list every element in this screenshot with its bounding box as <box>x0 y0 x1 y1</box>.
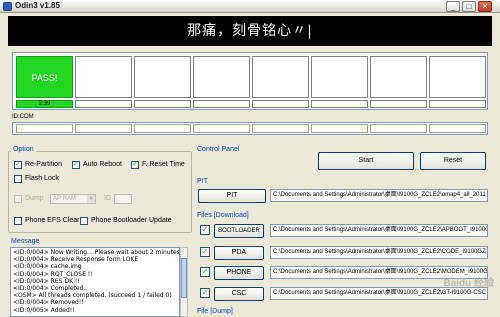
re-partition-label: Re-Partition <box>25 161 62 168</box>
slot-6-time <box>311 100 368 108</box>
idcom-label: ID:COM <box>12 114 34 120</box>
message-line: <ID:0/004> Completed.. <box>13 285 88 293</box>
message-line: <ID:0/004> cache.img <box>13 263 82 271</box>
dump-checkbox[interactable] <box>14 195 22 203</box>
message-log: <ID:0/004> Now Writing... Please wait ab… <box>10 247 180 317</box>
window-title: Odin3 v1.85 <box>15 1 60 10</box>
watermark: Baidu 经验 <box>443 278 494 289</box>
phone-bootloader-update-label: Phone Bootloader Update <box>91 217 172 224</box>
idcom-cell <box>134 124 191 133</box>
minimize-button[interactable]: _ <box>446 1 460 12</box>
maximize-button[interactable]: □ <box>462 1 476 12</box>
slot-3-status <box>134 56 191 98</box>
idcom-cell <box>429 124 486 133</box>
f-reset-time-label: F. Reset Time <box>142 161 185 168</box>
slot-7-status <box>370 56 427 98</box>
file-dump-title: File [Dump] <box>197 308 233 315</box>
slot-3-time <box>134 100 191 108</box>
slot-5-status <box>252 56 309 98</box>
slot-4-status <box>193 56 250 98</box>
re-partition-checkbox[interactable]: ✓ <box>14 161 22 169</box>
bootloader-button[interactable]: BOOTLOADER <box>214 224 264 238</box>
message-line: <ID:0/004> Now Writing... Please wait ab… <box>13 249 180 256</box>
pda-path[interactable]: C:\Documents and Settings\Administrator\… <box>270 246 488 259</box>
dump-select-value: AP RAM <box>53 196 76 202</box>
message-line: <OSM> All threads completed. (succeed 1 … <box>13 292 172 300</box>
phone-button[interactable]: PHONE <box>214 266 264 280</box>
slot-2-status <box>75 56 132 98</box>
message-line: <ID:0/004> Removed!! <box>13 299 84 307</box>
idcom-cell <box>193 124 250 133</box>
id-input[interactable] <box>114 194 132 204</box>
pda-checkbox[interactable]: ✓ <box>200 247 210 257</box>
bootloader-path[interactable]: C:\Documents and Settings\Administrator\… <box>270 224 488 237</box>
phone-efs-clear-checkbox[interactable] <box>14 217 22 225</box>
idcom-cell <box>75 124 132 133</box>
banner: 那痛，刻骨铭心〃| <box>8 16 492 46</box>
chevron-down-icon: ▼ <box>87 195 95 203</box>
phone-checkbox[interactable]: ✓ <box>200 267 210 277</box>
slot-1-time: 2:39 <box>16 100 73 108</box>
flash-lock-checkbox[interactable] <box>14 175 22 183</box>
auto-reboot-checkbox[interactable]: ✓ <box>72 161 80 169</box>
idcom-cell <box>311 124 368 133</box>
id-label: ID <box>104 195 111 202</box>
files-download-title: Files [Download] <box>197 212 249 219</box>
app-icon <box>3 2 12 11</box>
f-reset-time-checkbox[interactable]: ✓ <box>131 161 139 169</box>
idcom-cell <box>252 124 309 133</box>
csc-checkbox[interactable]: ✓ <box>200 288 210 298</box>
message-scrollbar[interactable] <box>180 247 188 317</box>
pit-title: PIT <box>197 178 208 185</box>
idcom-cell <box>16 124 73 133</box>
dump-label: Dump <box>25 195 44 202</box>
csc-button[interactable]: CSC <box>214 287 264 301</box>
reset-button[interactable]: Reset <box>420 152 486 170</box>
auto-reboot-label: Auto Reboot <box>83 161 122 168</box>
slot-4-time <box>193 100 250 108</box>
control-panel-title: Control Panel <box>197 146 240 153</box>
idcom-row <box>12 122 488 135</box>
message-line: <ID:0/004> Receive Response form LOKE <box>13 256 139 264</box>
message-line: <ID:0/005> Added!! <box>13 306 75 314</box>
pda-button[interactable]: PDA <box>214 246 264 260</box>
start-button[interactable]: Start <box>318 152 414 170</box>
dump-select[interactable]: AP RAM ▼ <box>50 194 96 204</box>
close-button[interactable]: ✕ <box>478 1 492 12</box>
slot-2-time <box>75 100 132 108</box>
title-bar: Odin3 v1.85 _ □ ✕ <box>0 0 500 13</box>
message-title: Message <box>11 238 40 245</box>
flash-lock-label: Flash Lock <box>25 175 59 182</box>
slot-6-status <box>311 56 368 98</box>
slot-5-time <box>252 100 309 108</box>
option-group-title: Option <box>11 146 36 153</box>
slot-1-status: PASS! <box>16 56 73 98</box>
phone-efs-clear-label: Phone EFS Clear <box>25 217 80 224</box>
slot-7-time <box>370 100 427 108</box>
pit-button[interactable]: PIT <box>198 189 266 203</box>
device-slots: PASS! 2:39 <box>12 52 488 110</box>
scrollbar-thumb[interactable] <box>181 258 187 298</box>
pit-path[interactable]: C:\Documents and Settings\Administrator\… <box>270 189 488 202</box>
idcom-cell <box>370 124 427 133</box>
message-line: <ID:0/004> RES OK !! <box>13 277 80 285</box>
bootloader-checkbox[interactable]: ✓ <box>200 225 210 235</box>
slot-8-time <box>429 100 486 108</box>
phone-bootloader-update-checkbox[interactable] <box>80 217 88 225</box>
message-line: <ID:0/004> RQT_CLOSE !! <box>13 270 93 278</box>
slot-8-status <box>429 56 486 98</box>
